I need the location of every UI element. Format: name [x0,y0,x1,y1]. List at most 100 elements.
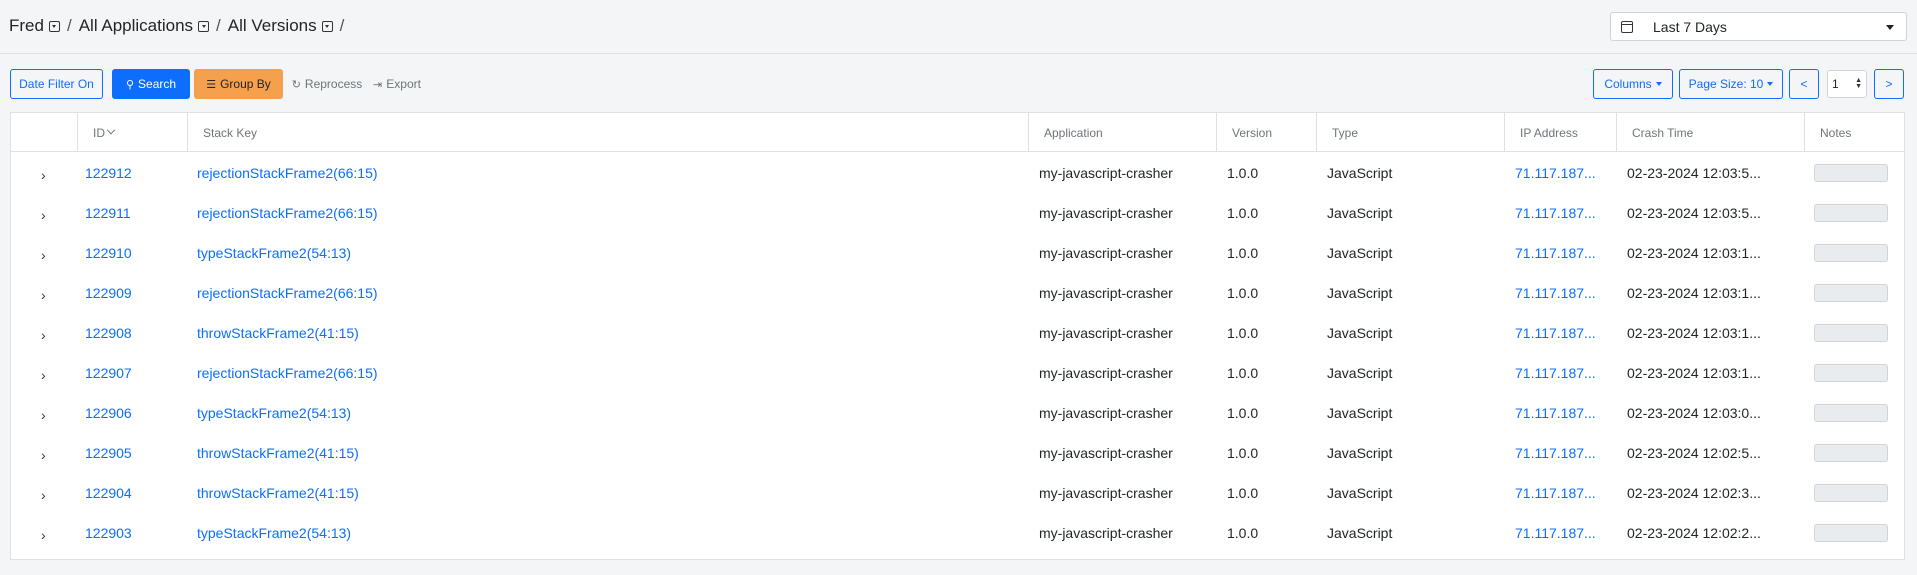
stack-key-link[interactable]: typeStackFrame2(54:13) [197,513,1017,553]
ip-address-link[interactable]: 71.117.187... [1515,313,1615,353]
column-header-stack-key[interactable]: Stack Key [188,113,1029,152]
crash-id-link[interactable]: 122911 [85,193,185,233]
stack-key-link[interactable]: rejectionStackFrame2(66:15) [197,353,1017,393]
export-label: Export [386,77,421,91]
column-header-ip-address[interactable]: IP Address [1505,113,1617,152]
expand-row-icon[interactable]: › [41,367,46,383]
notes-input[interactable] [1814,164,1888,182]
stack-key-link[interactable]: throwStackFrame2(41:15) [197,313,1017,353]
type-cell: JavaScript [1327,245,1393,261]
notes-input[interactable] [1814,404,1888,422]
column-header-version[interactable]: Version [1217,113,1317,152]
expand-row-icon[interactable]: › [41,207,46,223]
application-cell: my-javascript-crasher [1039,285,1173,301]
search-icon: ⚲ [125,78,135,91]
page-number-input[interactable]: 1 ▲ ▼ [1827,70,1867,98]
date-range-select[interactable]: Last 7 Days [1610,12,1907,41]
group-by-label: Group By [220,77,271,91]
column-header-id[interactable]: ID [78,113,188,152]
breadcrumb-org-label: Fred [9,16,44,35]
ip-address-link[interactable]: 71.117.187... [1515,473,1615,513]
expand-row-icon[interactable]: › [41,407,46,423]
ip-address-link[interactable]: 71.117.187... [1515,153,1615,193]
ip-address-link[interactable]: 71.117.187... [1515,513,1615,553]
notes-input[interactable] [1814,204,1888,222]
expand-row-icon[interactable]: › [41,247,46,263]
column-header-crash-time[interactable]: Crash Time [1617,113,1805,152]
group-by-button[interactable]: ☰ Group By [194,69,283,99]
breadcrumb-separator: / [66,16,72,35]
column-header-application[interactable]: Application [1029,113,1217,152]
crash-id-link[interactable]: 122908 [85,313,185,353]
columns-button[interactable]: Columns [1593,69,1673,99]
ip-address-link[interactable]: 71.117.187... [1515,353,1615,393]
notes-input[interactable] [1814,284,1888,302]
expand-row-icon[interactable]: › [41,167,46,183]
crash-time-cell: 02-23-2024 12:03:1... [1627,245,1761,261]
stack-key-link[interactable]: rejectionStackFrame2(66:15) [197,273,1017,313]
search-label: Search [138,77,177,91]
date-filter-button[interactable]: Date Filter On [10,69,103,99]
version-cell: 1.0.0 [1227,485,1259,501]
notes-input[interactable] [1814,364,1888,382]
crash-id-link[interactable]: 122905 [85,433,185,473]
notes-input[interactable] [1814,484,1888,502]
sort-desc-icon [106,125,116,134]
ip-address-link[interactable]: 71.117.187... [1515,433,1615,473]
prev-page-button[interactable]: < [1789,69,1819,99]
breadcrumb-applications-label: All Applications [78,16,194,35]
crash-id-link[interactable]: 122912 [85,153,185,193]
notes-input[interactable] [1814,244,1888,262]
next-page-button[interactable]: > [1874,69,1904,99]
notes-input[interactable] [1814,524,1888,542]
stack-key-link[interactable]: rejectionStackFrame2(66:15) [197,153,1017,193]
crash-id-link[interactable]: 122903 [85,513,185,553]
export-button[interactable]: ⇥ Export [368,69,426,99]
stack-key-link[interactable]: typeStackFrame2(54:13) [197,393,1017,433]
crash-time-cell: 02-23-2024 12:02:3... [1627,485,1761,501]
ip-address-link[interactable]: 71.117.187... [1515,273,1615,313]
column-header-notes[interactable]: Notes [1805,113,1906,152]
type-cell: JavaScript [1327,485,1393,501]
stack-key-link[interactable]: throwStackFrame2(41:15) [197,473,1017,513]
crash-id-link[interactable]: 122907 [85,353,185,393]
expand-row-icon[interactable]: › [41,527,46,543]
breadcrumb-org[interactable]: Fred [9,16,60,36]
breadcrumb-versions[interactable]: All Versions [228,16,333,36]
notes-input[interactable] [1814,444,1888,462]
notes-input[interactable] [1814,324,1888,342]
version-cell: 1.0.0 [1227,525,1259,541]
dropdown-icon[interactable] [321,20,333,32]
page-size-button[interactable]: Page Size: 10 [1679,69,1783,99]
crash-time-cell: 02-23-2024 12:03:0... [1627,405,1761,421]
table-row: › 122908 throwStackFrame2(41:15) my-javascr… [11,313,1904,353]
application-cell: my-javascript-crasher [1039,405,1173,421]
search-button[interactable]: ⚲ Search [112,69,190,99]
expand-row-icon[interactable]: › [41,447,46,463]
application-cell: my-javascript-crasher [1039,485,1173,501]
ip-address-link[interactable]: 71.117.187... [1515,233,1615,273]
stack-key-link[interactable]: typeStackFrame2(54:13) [197,233,1017,273]
crash-time-cell: 02-23-2024 12:02:5... [1627,445,1761,461]
crash-id-link[interactable]: 122904 [85,473,185,513]
refresh-icon: ↻ [291,78,301,91]
ip-address-link[interactable]: 71.117.187... [1515,193,1615,233]
breadcrumb-applications[interactable]: All Applications [78,16,210,36]
column-header-type[interactable]: Type [1317,113,1505,152]
stack-key-link[interactable]: rejectionStackFrame2(66:15) [197,193,1017,233]
expand-row-icon[interactable]: › [41,287,46,303]
ip-address-link[interactable]: 71.117.187... [1515,393,1615,433]
dropdown-icon[interactable] [198,20,210,32]
column-header-label: IP Address [1520,125,1578,140]
expand-row-icon[interactable]: › [41,327,46,343]
crash-id-link[interactable]: 122910 [85,233,185,273]
version-cell: 1.0.0 [1227,205,1259,221]
crash-id-link[interactable]: 122909 [85,273,185,313]
reprocess-button[interactable]: ↻ Reprocess [290,69,364,99]
expand-row-icon[interactable]: › [41,487,46,503]
table-row: › 122909 rejectionStackFrame2(66:15) my-jav… [11,273,1904,313]
stack-key-link[interactable]: throwStackFrame2(41:15) [197,433,1017,473]
crash-id-link[interactable]: 122906 [85,393,185,433]
spinner-icon[interactable]: ▲ ▼ [1855,77,1862,90]
dropdown-icon[interactable] [48,20,60,32]
